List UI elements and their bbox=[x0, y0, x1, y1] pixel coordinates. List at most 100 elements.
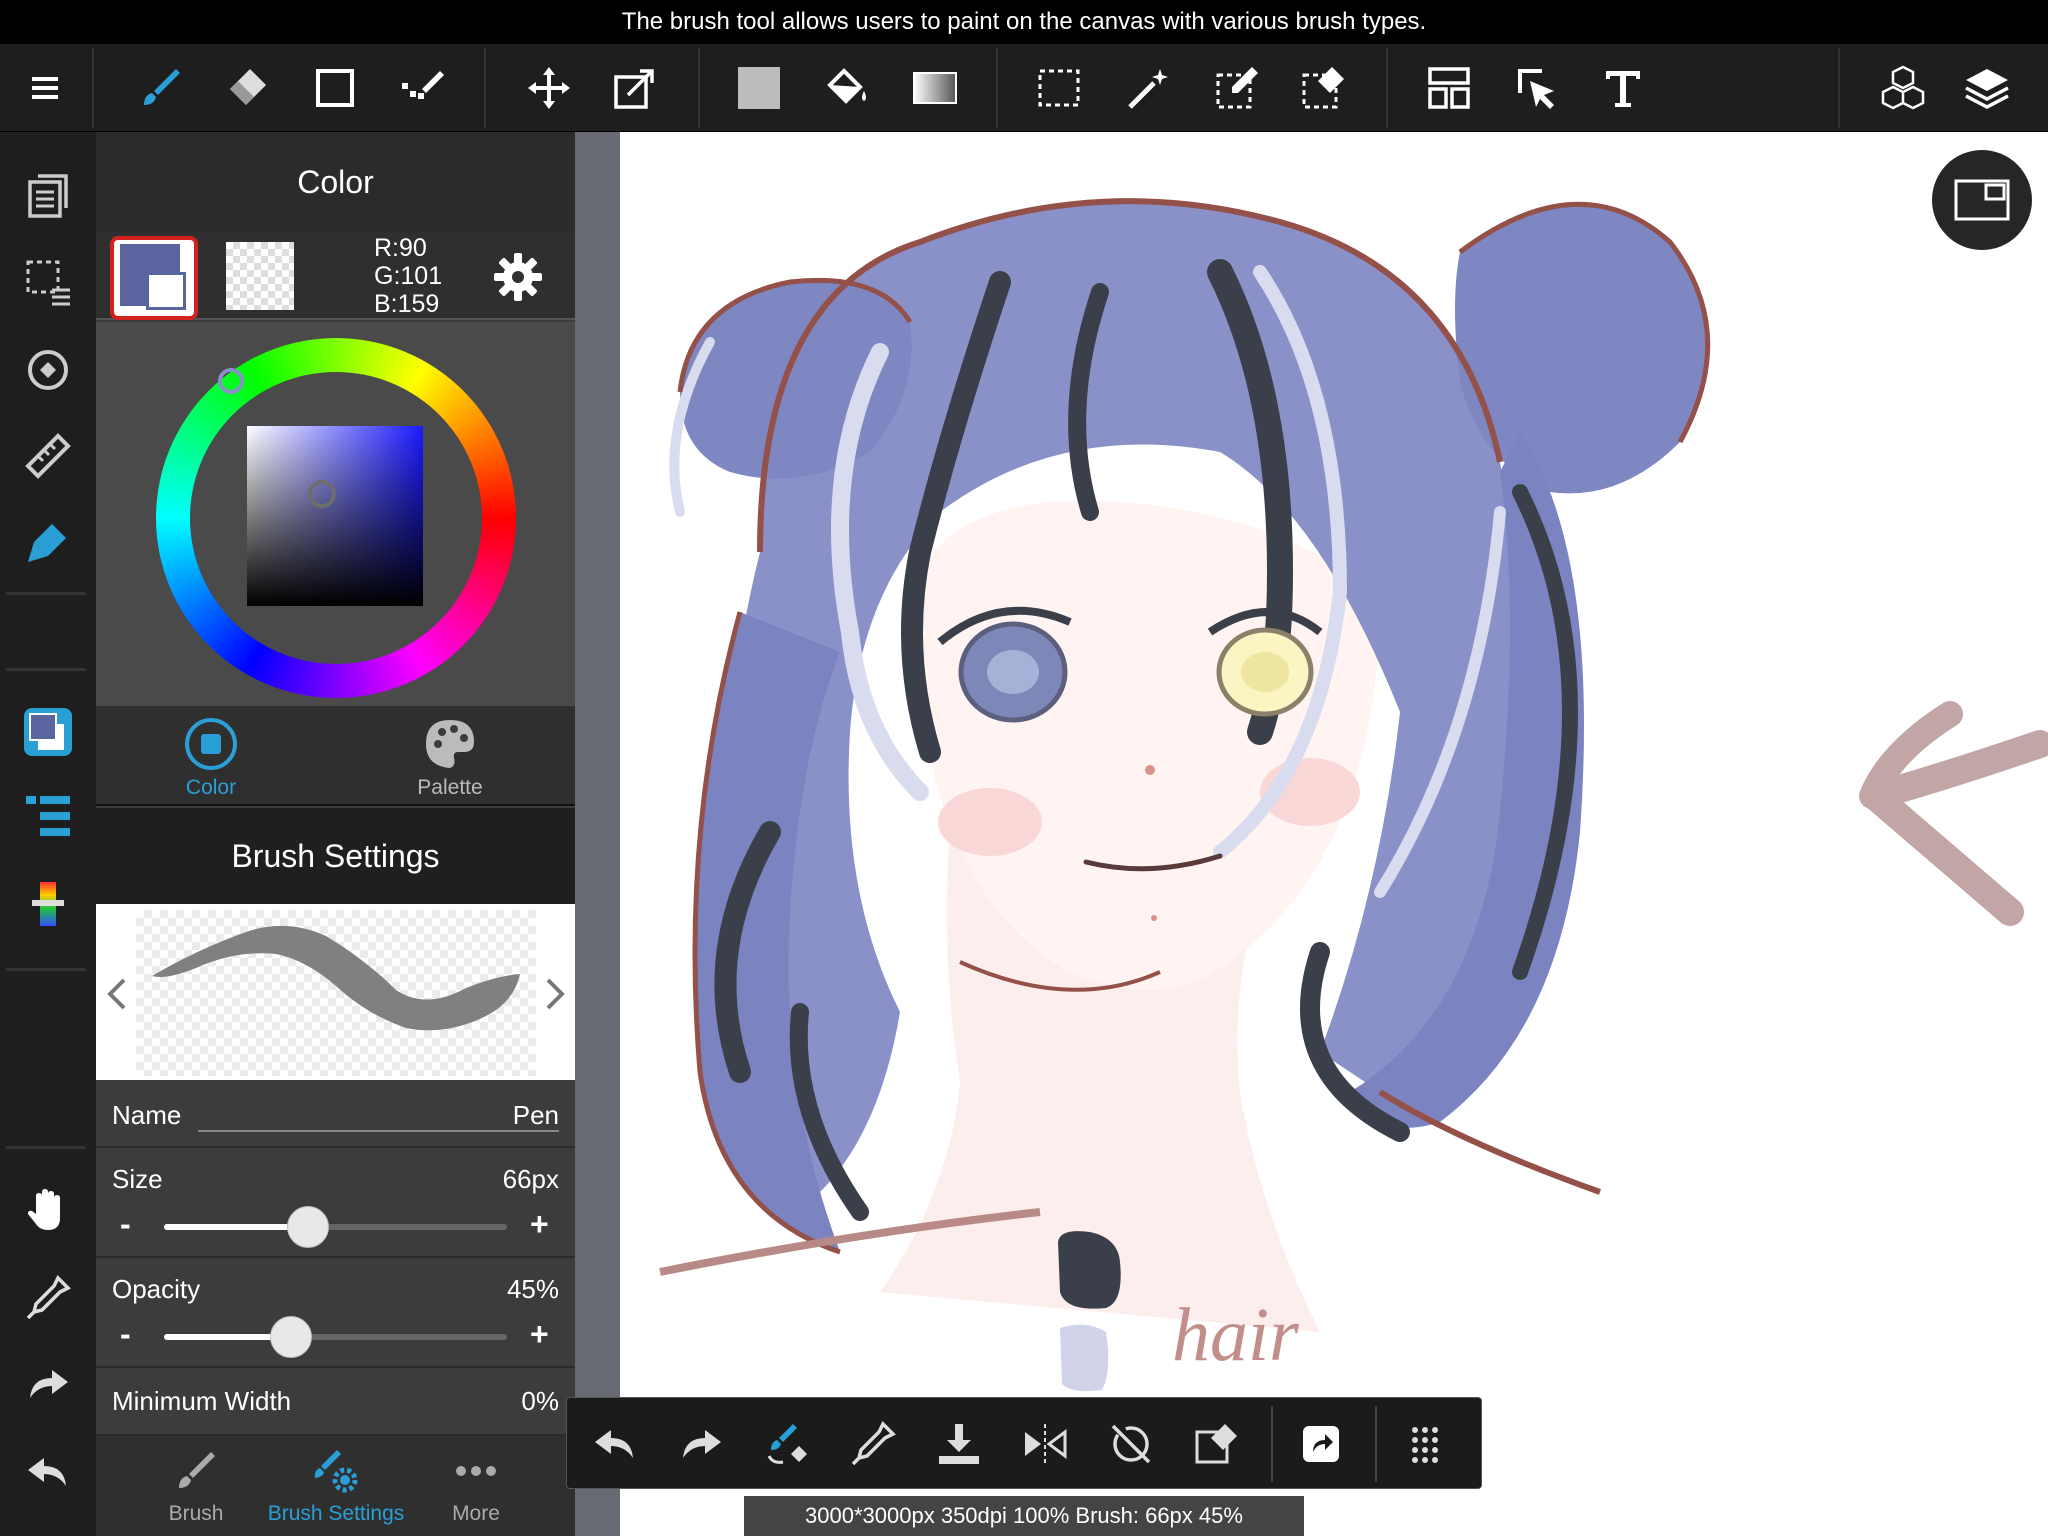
chevron-right-icon[interactable] bbox=[540, 974, 570, 1014]
rectangle-tool-button[interactable] bbox=[304, 58, 366, 118]
undo-button[interactable] bbox=[587, 1416, 643, 1472]
drawing-canvas[interactable]: hair bbox=[620, 132, 2048, 1536]
transform-tool-button[interactable] bbox=[604, 58, 666, 118]
rotate-icon bbox=[28, 350, 68, 390]
select-arrow-tool-button[interactable] bbox=[1506, 58, 1568, 118]
quick-bar-grid-button[interactable] bbox=[1397, 1416, 1453, 1472]
brush-size-row: Size 66px - + bbox=[96, 1148, 575, 1258]
brush-gear-icon bbox=[314, 1450, 358, 1493]
brush-tool-button[interactable] bbox=[130, 58, 192, 118]
panel-bottom-tabs: Brush Brush Settings More bbox=[96, 1436, 575, 1536]
minimum-width-row[interactable]: Minimum Width 0% bbox=[96, 1368, 575, 1436]
toolbar-divider bbox=[1386, 48, 1388, 128]
gear-icon[interactable] bbox=[491, 250, 545, 304]
gradient-icon bbox=[913, 72, 957, 104]
size-increase-button[interactable]: + bbox=[530, 1206, 549, 1243]
select-rect-tool-button[interactable] bbox=[1028, 58, 1090, 118]
color-circle-icon bbox=[185, 718, 237, 770]
brush-settings-title: Brush Settings bbox=[231, 837, 440, 874]
eraser-icon bbox=[230, 69, 266, 105]
layers-list-button[interactable] bbox=[18, 786, 78, 846]
name-underline bbox=[198, 1130, 559, 1132]
layers-list-icon bbox=[26, 796, 70, 836]
move-tool-button[interactable] bbox=[518, 58, 580, 118]
sidebar-divider bbox=[6, 968, 86, 971]
dot-brush-tool-button[interactable] bbox=[392, 58, 454, 118]
select-pen-tool-button[interactable] bbox=[1206, 58, 1268, 118]
pen-tool-button[interactable] bbox=[18, 512, 78, 572]
transparent-color-swatch[interactable] bbox=[226, 242, 294, 310]
brush-name-value: Pen bbox=[512, 1100, 559, 1130]
redo-sidebar-button[interactable] bbox=[18, 1354, 78, 1414]
text-tool-button[interactable] bbox=[1592, 58, 1654, 118]
hue-marker[interactable] bbox=[218, 368, 244, 394]
color-toggle-button[interactable] bbox=[18, 702, 78, 762]
menu-button[interactable] bbox=[14, 58, 76, 118]
fill-color-tool-button[interactable] bbox=[728, 58, 790, 118]
hand-tool-button[interactable] bbox=[18, 1180, 78, 1240]
size-slider[interactable] bbox=[164, 1206, 507, 1248]
tab-brush[interactable]: Brush bbox=[121, 1446, 271, 1526]
redo-icon bbox=[683, 1430, 721, 1458]
undo-icon bbox=[28, 1458, 66, 1486]
3d-cube-icon bbox=[1881, 65, 1925, 110]
gradient-tool-button[interactable] bbox=[904, 58, 966, 118]
saturation-marker[interactable] bbox=[308, 480, 336, 508]
3d-model-button[interactable] bbox=[1872, 58, 1934, 118]
eraser-tool-button[interactable] bbox=[216, 58, 278, 118]
pen-tool-icon bbox=[28, 524, 66, 562]
color-panel-title: Color bbox=[297, 163, 374, 200]
save-button[interactable] bbox=[931, 1416, 987, 1472]
selection-layer-button[interactable] bbox=[18, 252, 78, 312]
opacity-slider-knob[interactable] bbox=[270, 1316, 312, 1358]
tab-more-label: More bbox=[452, 1502, 500, 1525]
share-button[interactable] bbox=[1293, 1416, 1349, 1472]
ruler-button[interactable] bbox=[18, 426, 78, 486]
layout-tool-button[interactable] bbox=[1418, 58, 1480, 118]
menu-icon bbox=[32, 77, 58, 99]
size-value: 66px bbox=[502, 1164, 559, 1194]
opacity-increase-button[interactable]: + bbox=[530, 1316, 549, 1353]
tab-color[interactable]: Color bbox=[111, 716, 311, 802]
brush-name-row[interactable]: Name Pen bbox=[96, 1080, 575, 1148]
chevron-left-icon[interactable] bbox=[102, 974, 132, 1014]
magic-wand-icon bbox=[1128, 69, 1168, 109]
tab-brush-settings[interactable]: Brush Settings bbox=[261, 1446, 411, 1526]
gradient-strip-icon bbox=[32, 882, 64, 926]
flip-button[interactable] bbox=[1017, 1416, 1073, 1472]
undo-sidebar-button[interactable] bbox=[18, 1442, 78, 1502]
layout-icon bbox=[1428, 67, 1470, 109]
quick-bar-divider bbox=[1271, 1406, 1273, 1482]
saturation-value-square[interactable] bbox=[247, 426, 423, 606]
brush-stroke-preview bbox=[96, 904, 575, 1080]
opacity-slider[interactable] bbox=[164, 1316, 507, 1358]
toolbar-divider bbox=[996, 48, 998, 128]
eyedropper-quick-button[interactable] bbox=[845, 1416, 901, 1472]
transform-icon bbox=[614, 69, 654, 109]
rgb-green: G:101 bbox=[374, 262, 443, 290]
share-arrow-icon bbox=[1303, 1426, 1339, 1462]
navigator-button[interactable] bbox=[1932, 150, 2032, 250]
tab-palette[interactable]: Palette bbox=[350, 716, 550, 802]
brush-eraser-toggle-button[interactable] bbox=[759, 1416, 815, 1472]
opacity-decrease-button[interactable]: - bbox=[120, 1316, 131, 1353]
tab-color-label: Color bbox=[185, 776, 237, 799]
layers-button[interactable] bbox=[1956, 58, 2018, 118]
eyedropper-button[interactable] bbox=[18, 1268, 78, 1328]
rotate-button[interactable] bbox=[18, 340, 78, 400]
magic-wand-tool-button[interactable] bbox=[1118, 58, 1180, 118]
size-slider-knob[interactable] bbox=[287, 1206, 329, 1248]
pages-icon bbox=[28, 174, 68, 218]
clear-selection-button[interactable] bbox=[1189, 1416, 1245, 1472]
redo-icon bbox=[30, 1370, 68, 1398]
redo-button[interactable] bbox=[673, 1416, 729, 1472]
size-decrease-button[interactable]: - bbox=[120, 1206, 131, 1243]
more-dots-icon bbox=[456, 1466, 496, 1476]
gradient-strip-button[interactable] bbox=[18, 874, 78, 934]
select-eraser-tool-button[interactable] bbox=[1292, 58, 1354, 118]
pages-button[interactable] bbox=[18, 166, 78, 226]
foreground-color-swatch[interactable] bbox=[110, 236, 198, 320]
tab-more[interactable]: More bbox=[401, 1446, 551, 1526]
bucket-tool-button[interactable] bbox=[816, 58, 878, 118]
rotation-reset-button[interactable] bbox=[1103, 1416, 1159, 1472]
